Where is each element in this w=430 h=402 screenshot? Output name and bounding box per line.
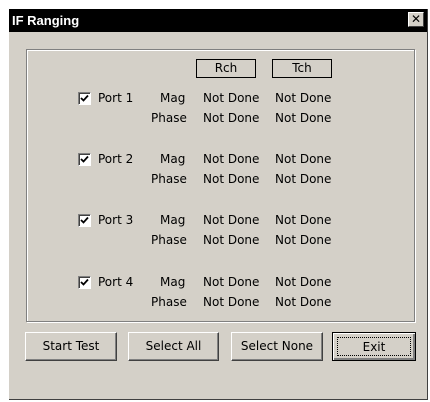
port-4-label[interactable]: Port 4: [98, 275, 133, 289]
port-4-phase-rch: Not Done: [203, 295, 260, 309]
port-2-checkbox[interactable]: [78, 153, 91, 166]
mag-label: Mag: [160, 213, 186, 227]
checkmark-icon: [80, 278, 89, 286]
checkmark-icon: [80, 155, 89, 163]
window-title: IF Ranging: [12, 13, 80, 28]
select-all-button[interactable]: Select All: [128, 332, 219, 361]
port-2-phase-rch: Not Done: [203, 172, 260, 186]
phase-label: Phase: [151, 233, 187, 247]
title-bar: IF Ranging ✕: [9, 9, 427, 32]
start-test-button[interactable]: Start Test: [25, 332, 117, 361]
if-ranging-dialog: IF Ranging ✕ Rch Tch Port 1 Mag Not Done…: [9, 9, 428, 400]
port-3-phase-rch: Not Done: [203, 233, 260, 247]
phase-label: Phase: [151, 111, 187, 125]
checkmark-icon: [80, 94, 89, 102]
port-3-mag-tch: Not Done: [275, 213, 332, 227]
close-button[interactable]: ✕: [408, 12, 424, 27]
port-1-checkbox[interactable]: [78, 92, 91, 105]
port-1-mag-tch: Not Done: [275, 91, 332, 105]
rch-column-header: Rch: [196, 59, 256, 78]
port-4-mag-tch: Not Done: [275, 275, 332, 289]
port-4-checkbox[interactable]: [78, 276, 91, 289]
close-icon: ✕: [410, 12, 422, 26]
port-3-mag-rch: Not Done: [203, 213, 260, 227]
port-1-phase-tch: Not Done: [275, 111, 332, 125]
mag-label: Mag: [160, 152, 186, 166]
port-2-label[interactable]: Port 2: [98, 152, 133, 166]
port-4-phase-tch: Not Done: [275, 295, 332, 309]
port-2-phase-tch: Not Done: [275, 172, 332, 186]
mag-label: Mag: [160, 275, 186, 289]
port-3-label[interactable]: Port 3: [98, 213, 133, 227]
port-3-checkbox[interactable]: [78, 214, 91, 227]
tch-column-header: Tch: [272, 59, 332, 78]
exit-button[interactable]: Exit: [332, 332, 416, 361]
port-1-mag-rch: Not Done: [203, 91, 260, 105]
mag-label: Mag: [160, 91, 186, 105]
phase-label: Phase: [151, 295, 187, 309]
port-1-phase-rch: Not Done: [203, 111, 260, 125]
phase-label: Phase: [151, 172, 187, 186]
select-none-button[interactable]: Select None: [231, 332, 323, 361]
exit-button-label: Exit: [337, 337, 411, 356]
port-2-mag-rch: Not Done: [203, 152, 260, 166]
port-3-phase-tch: Not Done: [275, 233, 332, 247]
port-4-mag-rch: Not Done: [203, 275, 260, 289]
port-2-mag-tch: Not Done: [275, 152, 332, 166]
port-1-label[interactable]: Port 1: [98, 91, 133, 105]
checkmark-icon: [80, 216, 89, 224]
